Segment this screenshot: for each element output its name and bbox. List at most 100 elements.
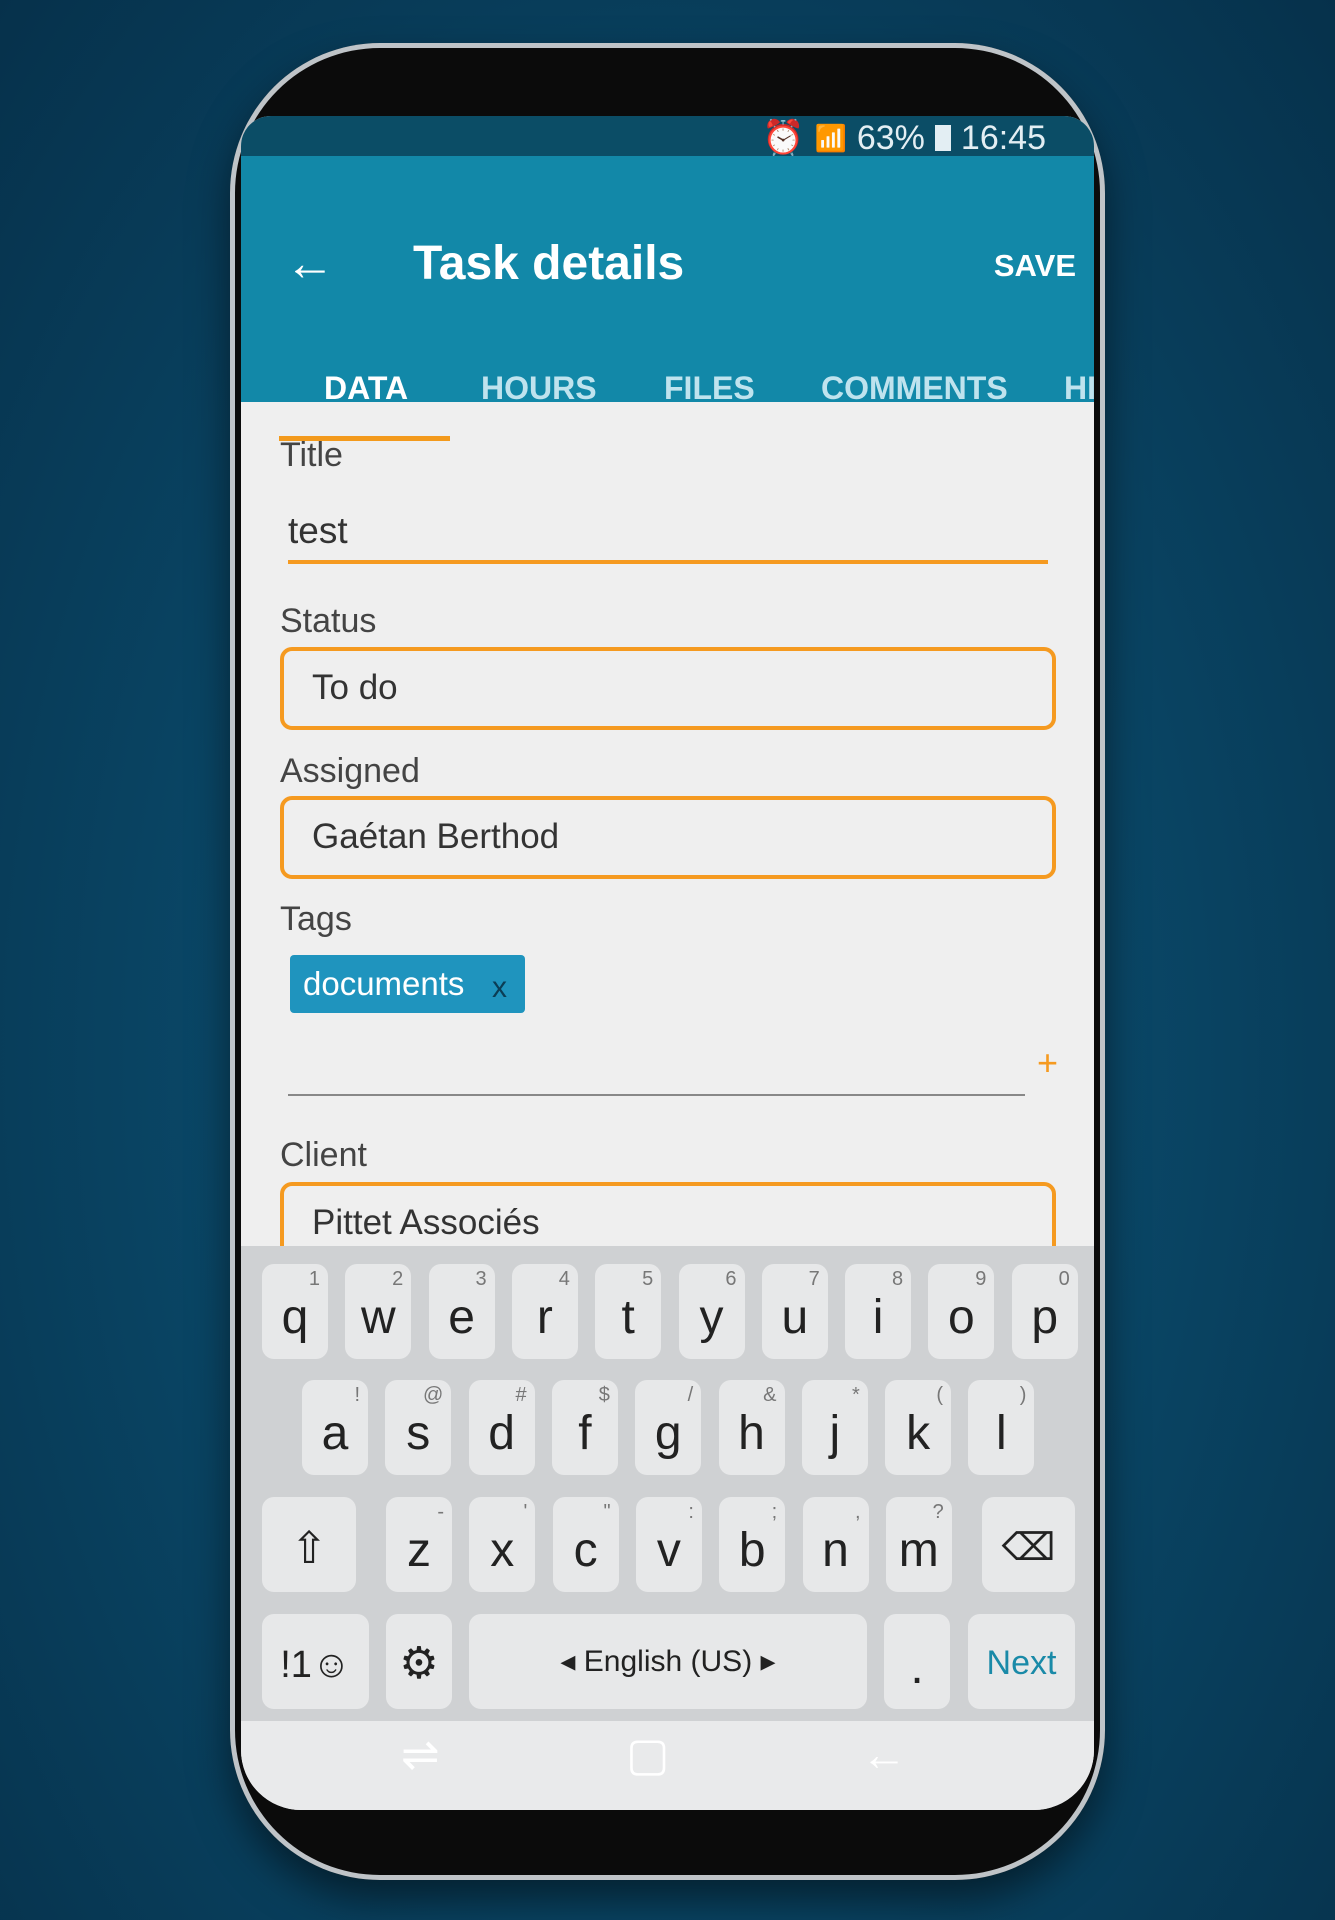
key-label: j bbox=[829, 1407, 841, 1460]
key-secondary: & bbox=[763, 1384, 777, 1406]
key-d[interactable]: # d bbox=[468, 1380, 535, 1475]
key-secondary: 7 bbox=[808, 1268, 820, 1290]
tags-label: Tags bbox=[280, 900, 352, 938]
save-button[interactable]: SAVE bbox=[994, 248, 1076, 284]
key-label: e bbox=[448, 1291, 475, 1344]
key-secondary: 4 bbox=[558, 1268, 570, 1290]
key-secondary: ! bbox=[354, 1384, 360, 1406]
key-secondary: " bbox=[603, 1501, 611, 1523]
key-j[interactable]: * j bbox=[801, 1380, 868, 1475]
key-v[interactable]: :v bbox=[635, 1497, 702, 1592]
status-label: Status bbox=[280, 602, 377, 640]
tab-comments[interactable]: COMMENTS bbox=[821, 370, 1008, 407]
client-label: Client bbox=[280, 1136, 367, 1174]
key-g[interactable]: / g bbox=[635, 1380, 702, 1475]
key-x[interactable]: ' x bbox=[469, 1497, 536, 1592]
key-secondary: 1 bbox=[308, 1268, 320, 1290]
screen: ⏰ 📶 63% 16:45 ← Task details SAVE DATA H… bbox=[241, 116, 1094, 1810]
language-label: English (US) bbox=[583, 1645, 753, 1678]
key-z[interactable]: -z bbox=[386, 1497, 452, 1592]
backspace-key[interactable]: ⌫ bbox=[982, 1497, 1075, 1592]
key-secondary: ? bbox=[932, 1501, 944, 1523]
key-r[interactable]: 4r bbox=[511, 1264, 578, 1359]
key-label: d bbox=[488, 1407, 515, 1460]
key-f[interactable]: $ f bbox=[551, 1380, 618, 1475]
key-s[interactable]: @ s bbox=[385, 1380, 452, 1475]
key-o[interactable]: 9o bbox=[928, 1264, 995, 1359]
key-secondary: ' bbox=[523, 1501, 528, 1523]
status-bar: ⏰ 📶 63% 16:45 bbox=[241, 116, 1094, 157]
assigned-label: Assigned bbox=[280, 752, 420, 790]
tab-history[interactable]: HI bbox=[1064, 370, 1094, 407]
symbols-key[interactable]: !1☺ bbox=[262, 1614, 369, 1709]
alarm-icon: ⏰ bbox=[762, 119, 805, 157]
key-secondary: * bbox=[852, 1384, 860, 1406]
assigned-select[interactable]: Gaétan Berthod bbox=[280, 796, 1056, 879]
key-secondary: 6 bbox=[725, 1268, 737, 1290]
key-secondary: # bbox=[515, 1384, 527, 1406]
key-label: b bbox=[738, 1524, 766, 1577]
title-input[interactable]: test bbox=[288, 510, 1048, 564]
key-label: h bbox=[738, 1407, 765, 1460]
key-i[interactable]: 8i bbox=[845, 1264, 912, 1359]
key-n[interactable]: ,n bbox=[802, 1497, 869, 1592]
key-label: u bbox=[781, 1291, 809, 1344]
key-label: c bbox=[573, 1524, 598, 1577]
period-key[interactable]: . bbox=[884, 1614, 950, 1709]
navigation-bar: ⇌ ▢ ← bbox=[241, 1721, 1094, 1810]
tag-label: documents bbox=[303, 965, 465, 1002]
key-secondary: : bbox=[688, 1501, 694, 1523]
tab-hours[interactable]: HOURS bbox=[481, 370, 597, 407]
shift-key[interactable]: ⇧ bbox=[262, 1497, 356, 1592]
wifi-icon: 📶 bbox=[814, 122, 847, 153]
key-label: o bbox=[948, 1291, 975, 1344]
key-y[interactable]: 6y bbox=[678, 1264, 745, 1359]
home-icon[interactable]: ▢ bbox=[626, 1727, 669, 1781]
add-tag-button[interactable]: + bbox=[1037, 1042, 1058, 1084]
key-p[interactable]: 0p bbox=[1011, 1264, 1078, 1359]
title-label: Title bbox=[280, 436, 343, 474]
remove-tag-button[interactable]: x bbox=[492, 971, 507, 1005]
key-l[interactable]: ) l bbox=[968, 1380, 1035, 1475]
key-secondary: 5 bbox=[642, 1268, 654, 1290]
key-label: m bbox=[898, 1524, 939, 1577]
key-a[interactable]: ! a bbox=[302, 1380, 368, 1475]
key-e[interactable]: 3e bbox=[428, 1264, 495, 1359]
key-k[interactable]: (k bbox=[885, 1380, 952, 1475]
key-c[interactable]: " c bbox=[552, 1497, 619, 1592]
key-secondary: 0 bbox=[1058, 1268, 1070, 1290]
key-m[interactable]: ? m bbox=[885, 1497, 952, 1592]
next-key[interactable]: Next bbox=[968, 1614, 1075, 1709]
key-label: f bbox=[578, 1407, 592, 1460]
key-u[interactable]: 7u bbox=[761, 1264, 828, 1359]
arrow-left-icon[interactable]: ← bbox=[285, 234, 335, 292]
tab-files[interactable]: FILES bbox=[664, 370, 755, 407]
key-label: r bbox=[536, 1291, 553, 1344]
recents-icon[interactable]: ⇌ bbox=[401, 1727, 440, 1781]
key-b[interactable]: ; b bbox=[719, 1497, 786, 1592]
clock: 16:45 bbox=[960, 118, 1046, 157]
gear-icon: ⚙ bbox=[399, 1639, 439, 1688]
app-bar: ← Task details SAVE DATA HOURS FILES COM… bbox=[241, 156, 1094, 441]
key-secondary: ) bbox=[1019, 1384, 1027, 1406]
key-secondary: ( bbox=[936, 1384, 944, 1406]
key-label: q bbox=[281, 1291, 309, 1344]
status-select[interactable]: To do bbox=[280, 647, 1056, 730]
keyboard: ⇧ ⌫ !1☺ ⚙ ◂ English (US) ▸ . Next 1q2w3e… bbox=[241, 1246, 1094, 1721]
space-key[interactable]: ◂ English (US) ▸ bbox=[469, 1614, 867, 1709]
settings-key[interactable]: ⚙ bbox=[386, 1614, 452, 1709]
key-q[interactable]: 1q bbox=[262, 1264, 328, 1359]
tag-input[interactable] bbox=[288, 1094, 1025, 1096]
key-label: l bbox=[996, 1407, 1007, 1460]
key-label: v bbox=[656, 1524, 681, 1577]
key-secondary: 3 bbox=[475, 1268, 487, 1290]
back-nav-icon[interactable]: ← bbox=[861, 1727, 907, 1781]
key-label: k bbox=[906, 1407, 931, 1460]
tab-data[interactable]: DATA bbox=[324, 370, 408, 407]
key-label: w bbox=[360, 1291, 396, 1344]
key-w[interactable]: 2w bbox=[345, 1264, 412, 1359]
key-secondary: / bbox=[687, 1384, 694, 1406]
key-label: z bbox=[407, 1524, 431, 1577]
key-t[interactable]: 5t bbox=[595, 1264, 662, 1359]
key-h[interactable]: & h bbox=[718, 1380, 785, 1475]
